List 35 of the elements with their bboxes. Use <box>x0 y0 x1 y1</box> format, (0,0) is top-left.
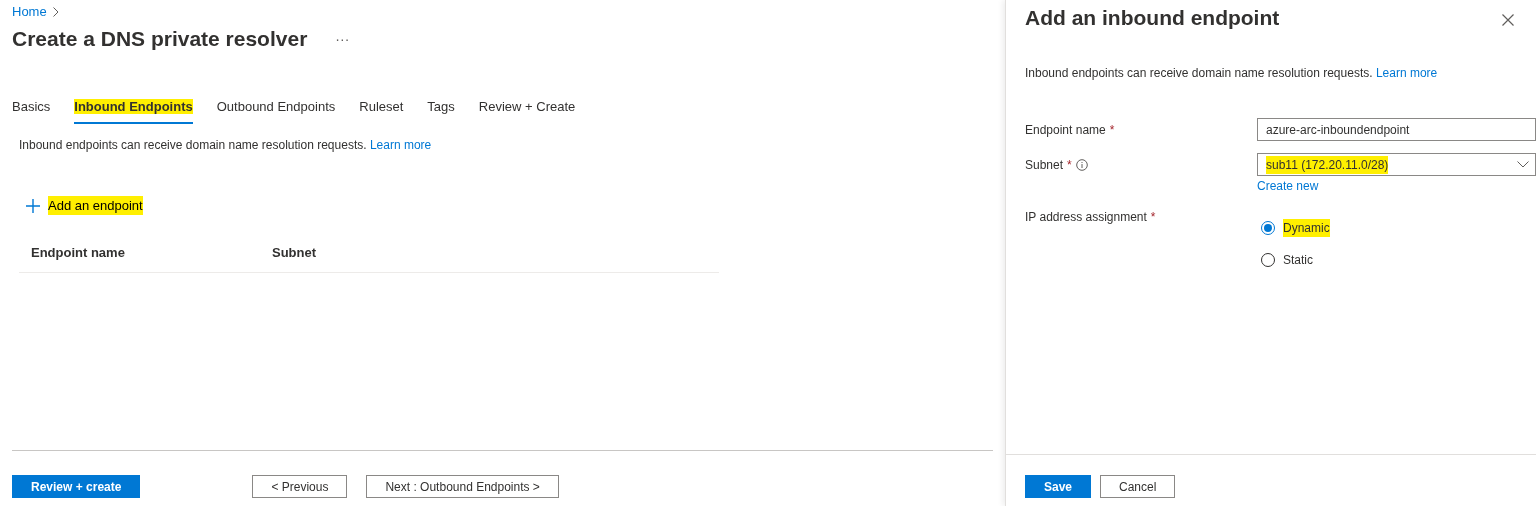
field-label-text: Subnet <box>1025 158 1064 172</box>
learn-more-link[interactable]: Learn more <box>369 138 432 152</box>
tab[interactable]: Tags <box>427 95 455 124</box>
required-mark: * <box>1067 158 1072 172</box>
info-icon[interactable] <box>1075 159 1088 171</box>
tab[interactable]: Basics <box>12 95 51 124</box>
tab[interactable]: Ruleset <box>359 95 404 124</box>
save-button[interactable]: Save <box>1025 475 1092 498</box>
chevron-down-icon <box>1517 161 1529 168</box>
footer-button[interactable]: < Previous <box>252 475 348 498</box>
radio-option[interactable]: Dynamic <box>1261 219 1536 237</box>
endpoint-name-field[interactable]: azure-arc-inboundendpoint <box>1257 118 1536 141</box>
breadcrumb-link[interactable]: Home <box>12 4 47 19</box>
footer-button[interactable]: Review + create <box>12 475 141 498</box>
field-label-text: Endpoint name <box>1025 123 1106 137</box>
panel-description: Inbound endpoints can receive domain name resolution requests. Learn more <box>1025 66 1439 80</box>
required-mark: * <box>1109 123 1115 137</box>
footer-button[interactable]: Next : Outbound Endpoints > <box>366 475 559 498</box>
chevron-right-icon <box>52 6 59 17</box>
radio-option[interactable]: Static <box>1261 251 1536 269</box>
page-title: Create a DNS private resolver <box>12 27 308 51</box>
description: Inbound endpoints can receive domain name resolution requests. Learn more <box>19 138 433 152</box>
more-button[interactable]: ··· <box>331 31 354 47</box>
required-mark: * <box>1150 210 1156 224</box>
tab[interactable]: Outbound Endpoints <box>216 95 336 124</box>
cancel-button[interactable]: Cancel <box>1100 475 1176 498</box>
plus-icon <box>26 198 40 213</box>
learn-more-link[interactable]: Learn more <box>1375 66 1438 80</box>
field-label-text: IP address assignment <box>1025 210 1147 224</box>
subnet-dropdown[interactable]: sub11 (172.20.11.0/28) <box>1257 153 1536 176</box>
column-header: Endpoint name <box>31 245 126 260</box>
column-header: Subnet <box>272 245 318 260</box>
panel-title: Add an inbound endpoint <box>1025 6 1280 30</box>
tab[interactable]: Review + Create <box>478 95 576 124</box>
create-new-link[interactable]: Create new <box>1257 179 1319 193</box>
